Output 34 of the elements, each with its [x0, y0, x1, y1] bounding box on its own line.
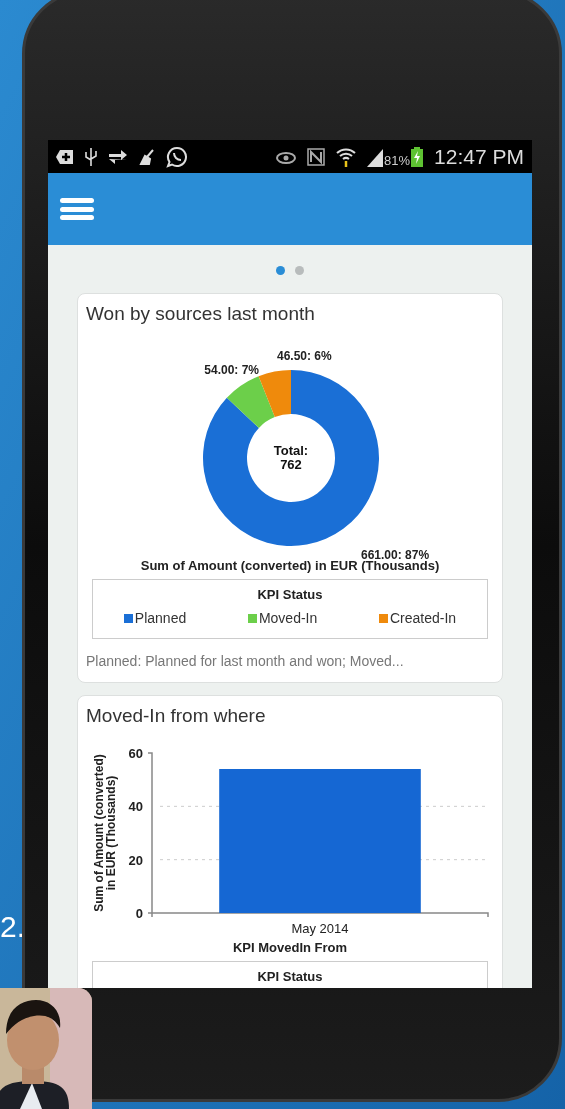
- battery-charging-icon: [411, 146, 424, 167]
- legend-label: Planned: [134, 609, 187, 628]
- axis-tick-label: 60: [128, 745, 143, 761]
- chat-bubble-icon: [166, 145, 188, 168]
- slice-label: 661.00: 87%: [361, 547, 430, 561]
- chart-description: Planned: Planned for last month and won; Moved...: [85, 652, 405, 671]
- plus-icon: [56, 148, 74, 165]
- x-axis-title: Sum of Amount (converted) in EUR (Thousands): [140, 558, 440, 572]
- card-title: Moved-In from where: [85, 704, 267, 728]
- nfc-icon: [307, 147, 326, 166]
- slice-label: 46.50: 6%: [277, 348, 332, 363]
- swap-arrows-icon: [108, 148, 128, 165]
- legend-label: Moved-In: [258, 609, 318, 628]
- usb-icon: [85, 146, 97, 167]
- legend-title: KPI Status: [257, 967, 323, 986]
- legend-label: Created-In: [389, 609, 457, 628]
- menu-icon[interactable]: [60, 196, 94, 222]
- y-axis-title: Sum of Amount (converted) in EUR (Thousands): [92, 753, 118, 912]
- slice-label: 54.00: 7%: [204, 362, 259, 377]
- category-label: May 2014: [291, 920, 349, 936]
- broom-icon: [139, 148, 155, 165]
- card-title: Won by sources last month: [85, 302, 316, 326]
- x-axis-title: KPI MovedIn From: [232, 940, 348, 954]
- total-label: Total: 762: [273, 442, 309, 472]
- slide-number: 2.: [0, 912, 22, 942]
- signal-icon: [367, 148, 384, 167]
- battery-percent: 81%: [384, 153, 411, 167]
- axis-tick-label: 0: [135, 905, 143, 921]
- clock: 12:47 PM: [434, 146, 524, 167]
- axis-tick-label: 40: [128, 798, 143, 814]
- wifi-icon: [336, 146, 357, 167]
- eye-icon: [276, 149, 297, 164]
- axis-tick-label: 20: [128, 852, 143, 868]
- legend-title: KPI Status: [257, 585, 323, 604]
